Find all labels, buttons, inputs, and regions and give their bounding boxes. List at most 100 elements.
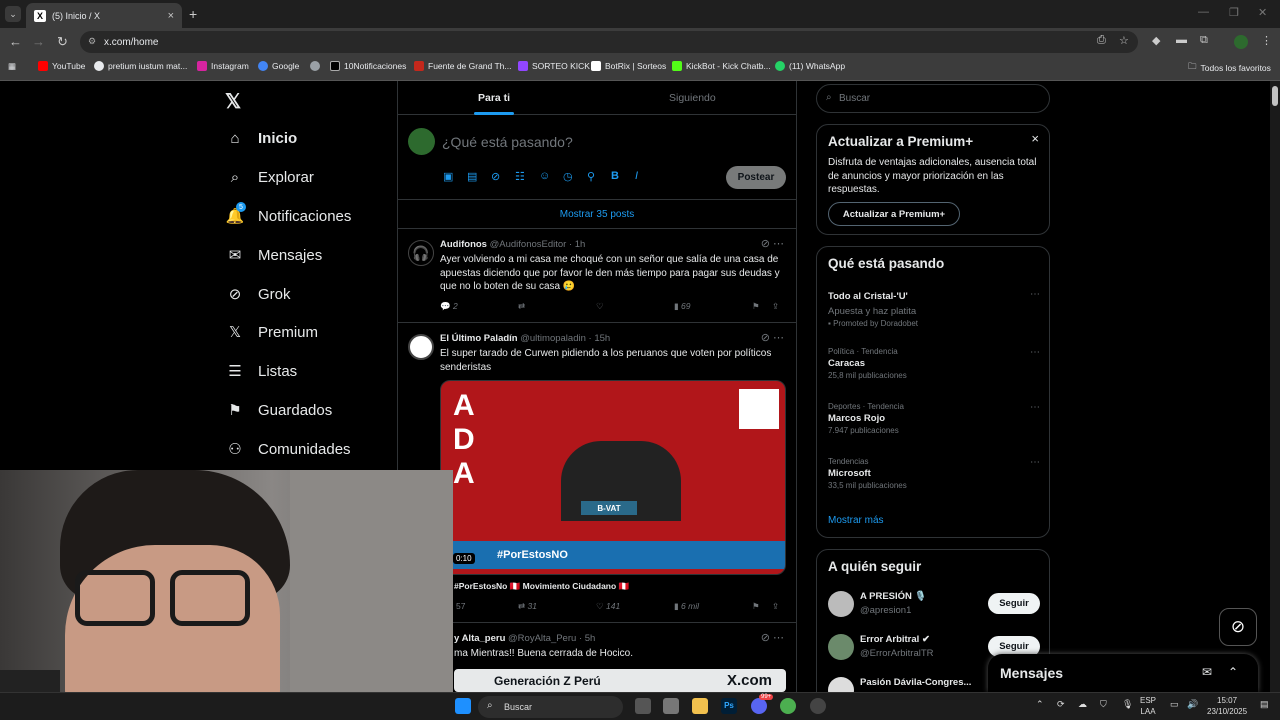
reply-count[interactable]: 57 [456,601,465,611]
tweet-more-icon[interactable]: ⊘ ⋯ [761,631,784,644]
minimize-icon[interactable]: — [1198,6,1209,18]
display-icon[interactable]: ▭ [1170,699,1179,710]
tweet[interactable]: y Alta_peru @RoyAlta_Peru · 5h ⊘ ⋯ ma Mi… [398,623,796,692]
windows-start-icon[interactable] [455,698,471,714]
close-window-icon[interactable]: ✕ [1258,6,1267,19]
discord-icon[interactable]: 99+ [751,694,774,714]
tray-chevron-icon[interactable]: ⌃ [1036,699,1044,710]
bookmark-kickbot[interactable]: KickBot - Kick Chatb... [672,61,771,71]
follow-button[interactable]: Seguir [988,593,1040,614]
nav-item-premium[interactable]: 𝕏 Premium [226,323,318,342]
nav-item-listas[interactable]: ☰ Listas [226,362,297,381]
taskbar-search[interactable]: ⌕ Buscar [478,696,623,718]
like-button[interactable]: ♡ 141 [596,601,620,612]
page-scrollbar[interactable] [1270,81,1280,692]
mic-icon[interactable]: 🎙 [1122,699,1133,710]
tweet-video[interactable]: A DA B-VAT #PorEstosNO 0:10 [440,380,786,575]
bold-icon[interactable]: B [611,170,619,182]
tab-search-button[interactable]: ⌄ [5,6,21,22]
trend-item[interactable]: Deportes · Tendencia Marcos Rojo 7.947 p… [828,402,1040,435]
trend-more-icon[interactable]: ⋯ [1030,402,1040,413]
bookmark-pretium[interactable]: pretium iustum mat... [94,61,187,71]
media-icon[interactable]: ▣ [443,170,453,183]
new-message-icon[interactable]: ✉ [1202,665,1212,679]
all-bookmarks-folder[interactable]: 🗀 Todos los favoritos [1188,61,1271,75]
premium-button[interactable]: Actualizar a Premium+ [828,202,960,226]
site-info-icon[interactable]: ⚙ [88,36,96,47]
volume-icon[interactable]: 🔊 [1187,699,1198,710]
extensions-puzzle-icon[interactable]: ⧉ [1200,34,1208,47]
bookmark-star-icon[interactable]: ☆ [1119,34,1129,47]
views-button[interactable]: ▮ 6 mil [674,601,699,612]
poll-icon[interactable]: ☷ [515,170,525,183]
back-icon[interactable]: ← [9,34,22,49]
tab-close-icon[interactable]: × [168,10,174,22]
apps-grid-icon[interactable]: ▦ [8,61,16,72]
tweet-image-banner[interactable]: Generación Z Perú X.com [454,669,786,692]
trend-more-icon[interactable]: ⋯ [1030,289,1040,300]
x-logo-icon[interactable]: 𝕏 [225,89,241,114]
tweet-more-icon[interactable]: ⊘ ⋯ [761,237,784,250]
messages-drawer[interactable]: Mensajes ✉ ⌃ [988,654,1258,692]
show-new-posts[interactable]: Mostrar 35 posts [398,200,796,229]
nav-item-mensajes[interactable]: ✉ Mensajes [226,246,323,265]
tray-app-icon[interactable]: ⟳ [1057,699,1065,710]
reply-button[interactable]: 💬 2 [440,301,458,312]
grok-compose-icon[interactable]: ⊘ [491,170,500,183]
search-input[interactable]: ⌕ Buscar [816,84,1050,113]
paladin-avatar[interactable] [408,334,434,360]
file-explorer-icon[interactable] [692,698,708,714]
maximize-icon[interactable]: ❐ [1229,6,1239,19]
trend-item[interactable]: Todo al Cristal-'U' Apuesta y haz platit… [828,289,1040,328]
install-app-icon[interactable]: ⎙ [1097,34,1106,47]
notifications-icon[interactable]: ▤ [1260,699,1269,710]
share-icon[interactable]: ⇪ [772,601,779,612]
bookmark-tweet-icon[interactable]: ⚑ [752,301,760,312]
emoji-icon[interactable]: ☺ [539,170,550,182]
extension-icon[interactable]: ◆ [1152,34,1160,47]
app-2-icon[interactable] [810,698,826,714]
task-view-icon[interactable] [635,698,651,714]
repost-button[interactable]: ⇄ [518,301,525,312]
expand-icon[interactable]: ⌃ [1228,665,1238,679]
compose-input[interactable]: ¿Qué está pasando? [442,134,573,150]
grok-fab-icon[interactable]: ⊘ [1219,608,1257,646]
nav-item-explorar[interactable]: ⌕ Explorar [226,168,314,186]
system-clock[interactable]: 15:07 23/10/2025 [1207,695,1247,717]
bookmark-blank[interactable] [310,61,324,71]
language-indicator[interactable]: ESP LAA [1140,695,1156,717]
bookmark-whatsapp[interactable]: (11) WhatsApp [775,61,845,71]
menu-kebab-icon[interactable]: ⋮ [1261,34,1272,47]
nav-item-grok[interactable]: ⊘ Grok [226,285,291,304]
tab-para-ti[interactable]: Para ti [478,92,510,104]
bookmark-instagram[interactable]: Instagram [197,61,249,71]
scrollbar-thumb[interactable] [1272,86,1278,106]
onedrive-icon[interactable]: ☁ [1078,699,1087,710]
views-button[interactable]: ▮ 69 [674,301,691,312]
user-avatar[interactable] [408,128,435,155]
trend-more-icon[interactable]: ⋯ [1030,347,1040,358]
show-more-trends[interactable]: Mostrar más [828,515,884,526]
close-icon[interactable]: × [1031,131,1039,146]
photoshop-icon[interactable]: Ps [721,698,737,714]
location-icon[interactable]: ⚲ [587,170,595,183]
forward-icon[interactable]: → [32,34,45,49]
app-icon[interactable] [663,698,679,714]
security-icon[interactable]: ⛉ [1100,699,1107,710]
bookmark-sorteo-kick[interactable]: SORTEO KICK [518,61,590,71]
trend-more-icon[interactable]: ⋯ [1030,457,1040,468]
schedule-icon[interactable]: ◷ [563,170,573,183]
bookmark-tweet-icon[interactable]: ⚑ [752,601,760,612]
bookmark-google[interactable]: Google [258,61,299,71]
bookmark-youtube[interactable]: YouTube [38,61,85,71]
address-bar[interactable]: ⚙ x.com/home [80,31,1138,53]
profile-avatar[interactable] [1234,35,1248,49]
nav-item-notificaciones[interactable]: 🔔 5 Notificaciones [226,202,351,225]
bookmark-10notificaciones[interactable]: 10Notificaciones [330,61,406,71]
reload-icon[interactable]: ↻ [57,34,68,50]
repost-button[interactable]: ⇄ 31 [518,601,537,612]
chrome-icon[interactable] [780,698,796,714]
post-button[interactable]: Postear [726,166,786,189]
trend-item[interactable]: Tendencias Microsoft 33,5 mil publicacio… [828,457,1040,490]
tweet[interactable]: 🎧 Audifonos @AudifonosEditor · 1h ⊘ ⋯ Ay… [398,229,796,323]
